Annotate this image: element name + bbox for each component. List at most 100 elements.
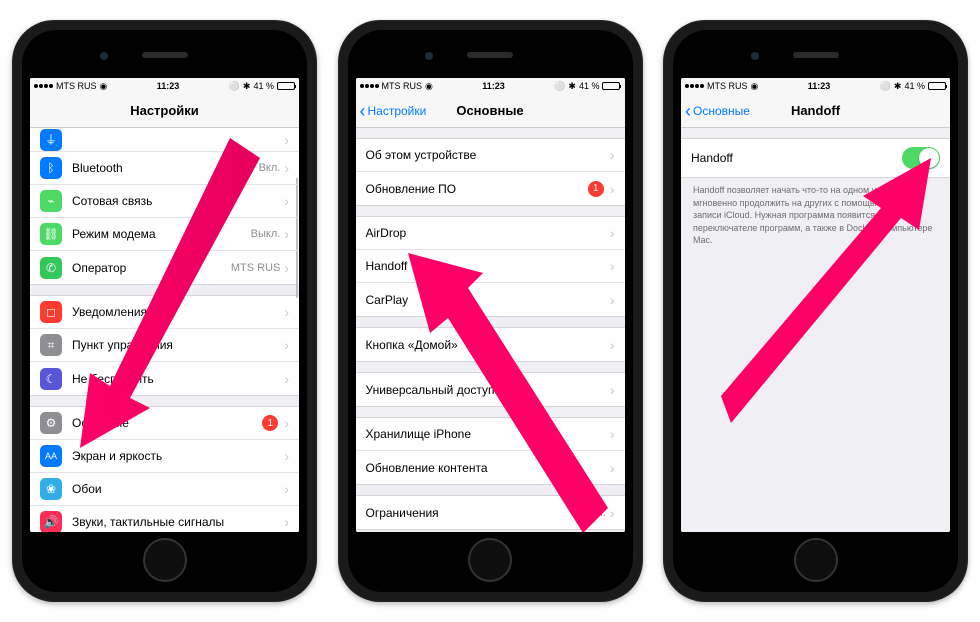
screen-general: MTS RUS ◉ 11:23 ⚪ ✱ 41 % ‹ Настройки Осн… [356,78,625,532]
row-carrier[interactable]: ✆ Оператор MTS RUS › [30,251,299,284]
badge: 1 [262,415,278,431]
chevron-right-icon: › [610,181,615,197]
status-time: 11:23 [808,81,831,91]
chevron-right-icon: › [284,304,289,320]
screen-settings: MTS RUS ◉ 11:23 ⚪ ✱ 41 % Настройки ⏚ [30,78,299,532]
wifi-icon: ◉ [425,81,433,92]
row-carplay[interactable]: CarPlay › [356,283,625,316]
handoff-description: Handoff позволяет начать что-то на одном… [681,178,950,253]
row-label: Универсальный доступ [366,383,610,397]
back-button[interactable]: ‹ Основные [685,102,750,120]
phone-icon: ✆ [40,257,62,279]
moon-icon: ☾ [40,368,62,390]
chevron-right-icon: › [610,382,615,398]
row-software-update[interactable]: Обновление ПО 1 › [356,172,625,205]
row-label: Об этом устройстве [366,148,610,162]
hotspot-icon: ⛓ [40,223,62,245]
row-handoff-toggle[interactable]: Handoff [681,139,950,177]
chevron-right-icon: › [284,337,289,353]
home-button[interactable] [468,538,512,582]
row-label: Не беспокоить [72,372,284,386]
row-control-center[interactable]: ⌗ Пункт управления › [30,329,299,362]
row-dnd[interactable]: ☾ Не беспокоить › [30,362,299,395]
nav-bar: ‹ Основные Handoff [681,94,950,128]
row-sounds[interactable]: 🔊 Звуки, тактильные сигналы › [30,506,299,532]
chevron-right-icon: › [284,132,289,148]
chevron-right-icon: › [610,292,615,308]
badge: 1 [588,181,604,197]
row-storage[interactable]: Хранилище iPhone › [356,418,625,451]
row-cellular[interactable]: ⌁ Сотовая связь › [30,185,299,218]
front-camera [100,52,108,60]
bezel: MTS RUS ◉ 11:23 ⚪ ✱ 41 % ‹ Настройки Осн… [348,30,633,592]
bluetooth-icon: ⚪ [880,81,891,92]
bell-icon: ◻ [40,301,62,323]
front-camera [425,52,433,60]
row-label: AirDrop [366,226,610,240]
battery-icon [602,82,620,90]
chevron-right-icon: › [610,460,615,476]
handoff-content: Handoff Handoff позволяет начать что-то … [681,128,950,532]
bezel: MTS RUS ◉ 11:23 ⚪ ✱ 41 % Настройки ⏚ [22,30,307,592]
front-camera [751,52,759,60]
carrier-label: MTS RUS [382,81,423,91]
signal-icon [34,84,53,88]
battery-pct: 41 % [579,81,600,91]
row-general[interactable]: ⚙ Основные 1 › [30,407,299,440]
page-title: Настройки [130,103,199,118]
row-label: Пункт управления [72,338,284,352]
row-display[interactable]: AA Экран и яркость › [30,440,299,473]
row-wallpaper[interactable]: ❀ Обои › [30,473,299,506]
antenna-icon: ⌁ [40,190,62,212]
chevron-right-icon: › [284,160,289,176]
back-button[interactable]: ‹ Настройки [360,102,427,120]
status-time: 11:23 [482,81,505,91]
signal-icon [685,84,704,88]
phone-1: MTS RUS ◉ 11:23 ⚪ ✱ 41 % Настройки ⏚ [12,20,317,602]
row-value: Выкл. [251,228,281,240]
row-value: MTS RUS [231,262,281,274]
row-label: Handoff [366,259,610,273]
row-restrictions[interactable]: Ограничения Выкл. › [356,496,625,529]
wifi-icon: ◉ [751,81,759,92]
back-label: Основные [693,104,750,118]
row-label: Bluetooth [72,161,259,175]
screen-handoff: MTS RUS ◉ 11:23 ⚪ ✱ 41 % ‹ Основные Hand… [681,78,950,532]
general-list[interactable]: Об этом устройстве › Обновление ПО 1 › A… [356,128,625,532]
row-bluetooth[interactable]: ᛒ Bluetooth Вкл. › [30,152,299,185]
handoff-toggle[interactable] [902,147,940,169]
row-handoff[interactable]: Handoff › [356,250,625,283]
chevron-right-icon: › [284,514,289,530]
nav-bar: Настройки [30,94,299,128]
row-accessibility[interactable]: Универсальный доступ › [356,373,625,406]
row-notifications[interactable]: ◻ Уведомления › [30,296,299,329]
nav-bar: ‹ Настройки Основные [356,94,625,128]
back-label: Настройки [368,104,427,118]
chevron-right-icon: › [284,371,289,387]
gear-icon: ⚙ [40,412,62,434]
row-wifi[interactable]: ⏚ › [30,128,299,152]
row-airdrop[interactable]: AirDrop › [356,217,625,250]
row-home-button[interactable]: Кнопка «Домой» › [356,328,625,361]
status-bar: MTS RUS ◉ 11:23 ⚪ ✱ 41 % [681,78,950,94]
home-button[interactable] [794,538,838,582]
row-label: Обновление контента [366,461,610,475]
nfc-icon: ✱ [894,81,902,92]
chevron-left-icon: ‹ [685,102,691,120]
row-about[interactable]: Об этом устройстве › [356,139,625,172]
battery-icon [928,82,946,90]
row-label: Обновление ПО [366,182,588,196]
bluetooth-icon: ⚪ [554,81,565,92]
battery-icon [277,82,295,90]
status-bar: MTS RUS ◉ 11:23 ⚪ ✱ 41 % [30,78,299,94]
row-label: Сотовая связь [72,194,284,208]
chevron-right-icon: › [610,147,615,163]
row-label: Экран и яркость [72,449,284,463]
chevron-right-icon: › [610,505,615,521]
row-background-refresh[interactable]: Обновление контента › [356,451,625,484]
row-hotspot[interactable]: ⛓ Режим модема Выкл. › [30,218,299,251]
page-title: Основные [456,103,523,118]
settings-list[interactable]: ⏚ › ᛒ Bluetooth Вкл. › ⌁ Сотовая связь › [30,128,299,532]
row-label: Кнопка «Домой» [366,338,610,352]
home-button[interactable] [143,538,187,582]
